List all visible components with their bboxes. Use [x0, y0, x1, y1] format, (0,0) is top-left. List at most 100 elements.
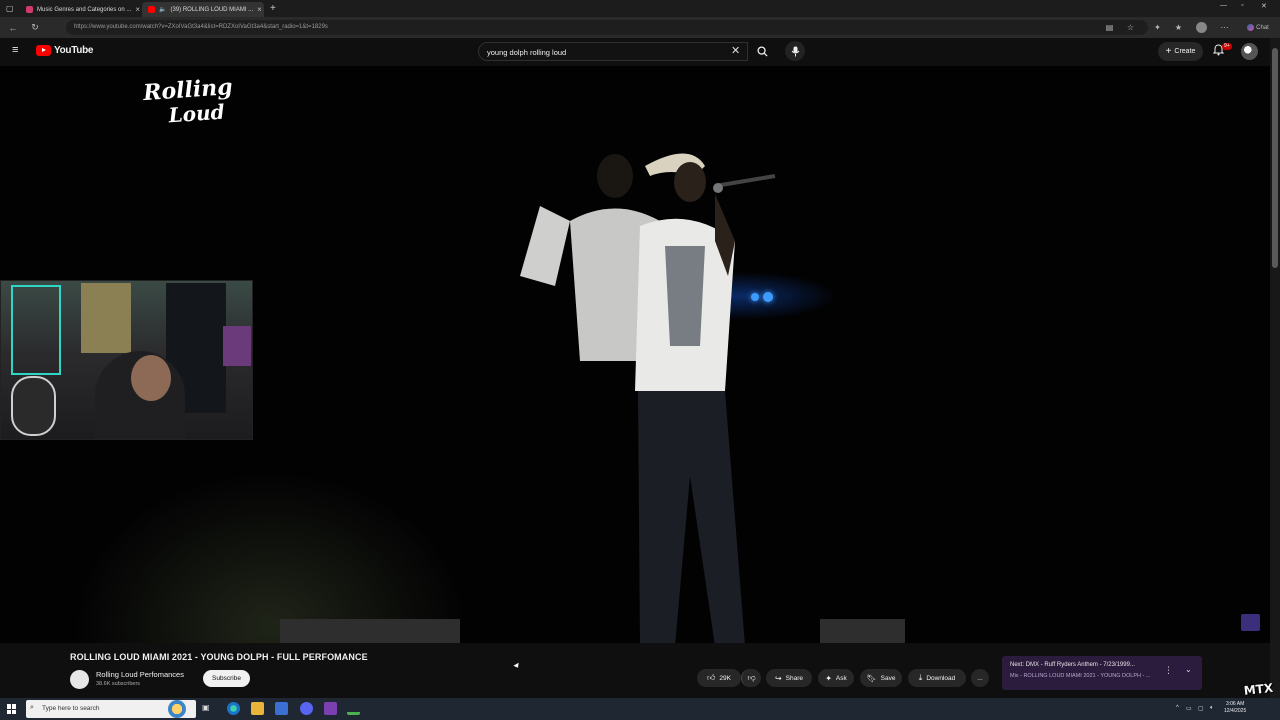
streamer-face — [131, 355, 171, 401]
create-label: Create — [1174, 48, 1196, 55]
shelf-frame — [11, 285, 61, 375]
thumbs-down-icon: 👎︎ — [747, 673, 756, 682]
browser-tab-music-genres[interactable]: Music Genres and Categories on ... × — [20, 2, 142, 17]
sparkle-icon: ✦ — [825, 673, 832, 683]
rolling-loud-logo: Rolling Loud — [142, 73, 234, 128]
back-icon[interactable]: ← — [6, 21, 20, 35]
video-info-bar: ROLLING LOUD MIAMI 2021 - YOUNG DOLPH - … — [0, 643, 1270, 698]
youtube-logo-text: YouTube — [54, 45, 94, 56]
copilot-icon — [1247, 24, 1255, 31]
search-icon: ⌕ — [30, 704, 34, 711]
search-button[interactable] — [750, 42, 774, 61]
display-icon[interactable]: ▢ — [1198, 705, 1204, 712]
like-button[interactable]: 👍︎ 29K — [697, 669, 741, 687]
minimize-icon[interactable]: — — [1220, 2, 1227, 9]
notifications-badge: 9+ — [1222, 43, 1232, 50]
reader-icon[interactable]: ▤ — [1104, 22, 1115, 33]
store-app-icon[interactable] — [275, 702, 288, 715]
channel-name[interactable]: Rolling Loud Perfomances — [96, 670, 184, 679]
account-avatar[interactable] — [1241, 43, 1258, 60]
discord-app-icon[interactable] — [300, 702, 313, 715]
more-icon: ... — [977, 674, 983, 682]
browser-tab-rolling-loud[interactable]: 🔈 (39) ROLLING LOUD MIAMI ... × — [142, 2, 264, 17]
save-button[interactable]: 🔖︎ Save — [860, 669, 902, 687]
stage-light — [751, 293, 759, 301]
volume-icon[interactable]: 🔈︎ — [1210, 705, 1214, 712]
tab-title: Music Genres and Categories on ... — [37, 6, 132, 13]
video-title: ROLLING LOUD MIAMI 2021 - YOUNG DOLPH - … — [70, 652, 368, 662]
copilot-label: Chat — [1256, 24, 1269, 31]
tab-title: (39) ROLLING LOUD MIAMI ... — [170, 6, 254, 13]
new-tab-button[interactable]: + — [270, 3, 276, 14]
tray-overflow-icon[interactable]: ^ — [1176, 705, 1179, 711]
chair — [11, 376, 56, 436]
download-label: Download — [926, 674, 956, 682]
tab-close-icon[interactable]: × — [257, 5, 262, 14]
stage-light — [763, 292, 773, 302]
settings-more-icon[interactable]: ⋯ — [1219, 22, 1230, 33]
channel-subscribers: 38.6K subscribers — [96, 681, 141, 687]
youtube-logo[interactable]: YouTube — [36, 45, 94, 56]
tab-close-icon[interactable]: × — [135, 5, 140, 14]
youtube-masthead: ≡ YouTube young dolph rolling loud ✕ + C… — [0, 38, 1270, 66]
address-bar[interactable]: https://www.youtube.com/watch?v=ZXoIVaGt… — [66, 20, 1148, 35]
notepad-app-icon[interactable] — [347, 702, 360, 715]
scrollbar-thumb[interactable] — [1272, 48, 1278, 268]
favorites-icon[interactable]: ★ — [1173, 22, 1184, 33]
share-icon: ↪ — [774, 673, 782, 683]
chevron-down-icon[interactable]: ⌄ — [1185, 665, 1192, 674]
dislike-button[interactable]: 👎︎ — [741, 669, 761, 687]
search-input[interactable]: young dolph rolling loud — [478, 42, 748, 61]
page-scrollbar[interactable] — [1270, 38, 1280, 698]
up-next-menu-icon[interactable]: ⋮ — [1164, 665, 1173, 676]
ask-button[interactable]: ✦ Ask — [818, 669, 854, 687]
plus-icon: + — [1165, 46, 1172, 57]
streamer-logo: MTX — [1243, 680, 1274, 698]
video-player[interactable]: Rolling Loud — [0, 66, 1270, 643]
task-view-icon[interactable]: ▣ — [202, 703, 210, 712]
favorite-star-icon[interactable]: ☆ — [1125, 22, 1136, 33]
taskbar-clock[interactable]: 3:06 AM 12/4/2025 — [1224, 701, 1246, 715]
search-icon — [756, 46, 768, 57]
performers-image — [520, 153, 776, 643]
copilot-chat-button[interactable]: Chat — [1243, 22, 1273, 33]
windows-start-icon[interactable] — [7, 704, 17, 714]
clear-search-icon[interactable]: ✕ — [731, 44, 740, 57]
window-close-icon[interactable]: ✕ — [1261, 2, 1267, 10]
weather-widget-icon[interactable] — [168, 700, 186, 718]
tab-actions-icon[interactable]: ▢ — [6, 4, 20, 13]
streaming-app-icon[interactable] — [324, 702, 337, 715]
share-button[interactable]: ↪ Share — [766, 669, 812, 687]
download-button[interactable]: ⤓ Download — [908, 669, 966, 687]
bookmark-icon: 🔖︎ — [866, 673, 877, 683]
edge-app-icon[interactable] — [227, 702, 240, 715]
streamer-webcam-overlay — [0, 280, 253, 440]
refresh-icon[interactable]: ↻ — [28, 21, 42, 35]
browser-tab-strip: ▢ Music Genres and Categories on ... × 🔈… — [0, 0, 1280, 17]
more-actions-button[interactable]: ... — [971, 669, 989, 687]
download-icon: ⤓ — [918, 673, 923, 682]
speaker-icon[interactable]: 🔈 — [159, 6, 166, 13]
save-label: Save — [880, 674, 896, 682]
stage-monitor — [820, 619, 905, 643]
profile-icon[interactable] — [1196, 22, 1207, 33]
channel-avatar[interactable] — [70, 670, 89, 689]
create-button[interactable]: + Create — [1158, 42, 1203, 61]
file-explorer-icon[interactable] — [251, 702, 264, 715]
hamburger-menu-icon[interactable]: ≡ — [12, 44, 18, 56]
share-label: Share — [785, 674, 804, 682]
maximize-icon[interactable]: ▫ — [1241, 2, 1243, 9]
windows-taskbar: Type here to search ⌕ ▣ ^ ▭ ▢ 🔈︎ 3:06 AM… — [0, 698, 1280, 720]
thumbs-up-icon: 👍︎ — [707, 673, 716, 682]
network-icon[interactable]: ▭ — [1186, 705, 1192, 712]
monitor-screen — [223, 326, 251, 366]
voice-search-button[interactable] — [785, 41, 805, 61]
extensions-icon[interactable]: ✦ — [1152, 22, 1163, 33]
youtube-favicon-icon — [148, 6, 155, 13]
wall-poster — [81, 283, 131, 353]
address-toolbar: ← ↻ https://www.youtube.com/watch?v=ZXoI… — [0, 17, 1280, 38]
channel-watermark-icon[interactable] — [1241, 614, 1260, 631]
youtube-play-icon — [36, 45, 51, 56]
ask-label: Ask — [835, 674, 847, 682]
subscribe-button[interactable]: Subscribe — [203, 670, 250, 687]
